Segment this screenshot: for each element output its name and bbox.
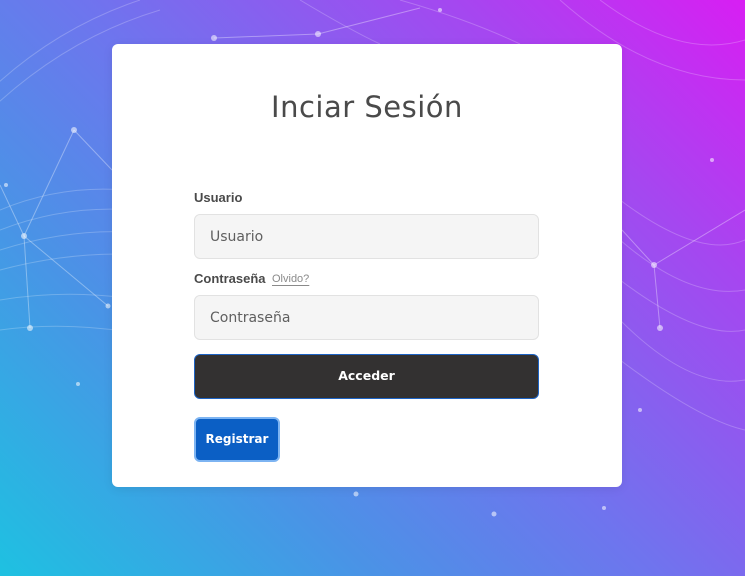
login-card: Inciar Sesión Usuario Contraseña Olvido?…	[112, 44, 622, 487]
login-button[interactable]: Acceder	[194, 354, 539, 399]
login-title: Inciar Sesión	[271, 90, 463, 124]
username-label: Usuario	[194, 190, 243, 205]
password-input[interactable]	[194, 295, 539, 340]
password-label: Contraseña	[194, 271, 266, 286]
username-input[interactable]	[194, 214, 539, 259]
forgot-password-link[interactable]: Olvido?	[272, 273, 309, 285]
register-button[interactable]: Registrar	[194, 417, 280, 462]
